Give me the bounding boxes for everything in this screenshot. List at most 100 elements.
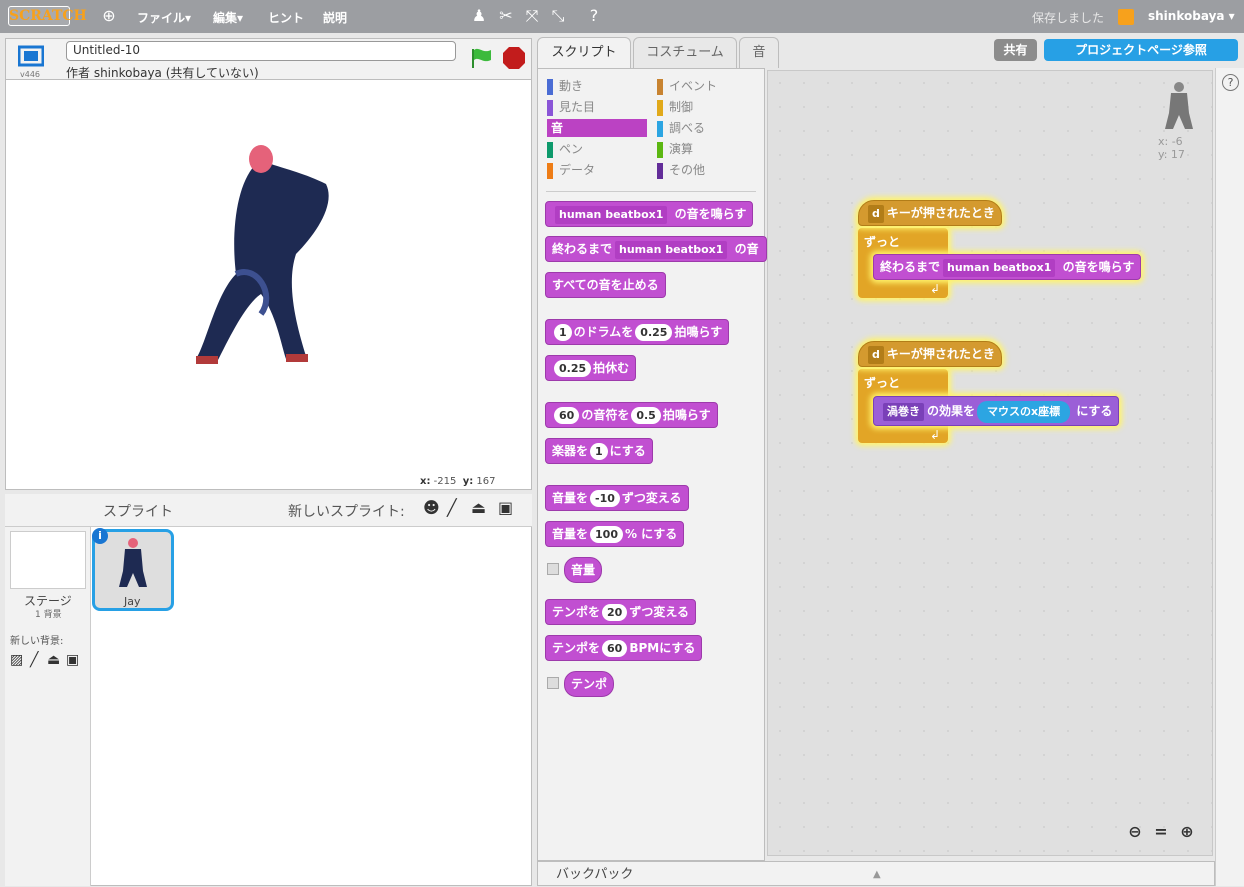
category-label: 調べる bbox=[669, 121, 706, 135]
volume-reporter[interactable]: 音量 bbox=[564, 557, 603, 583]
stop-all-sounds-block[interactable]: すべての音を止める bbox=[545, 272, 666, 298]
save-status: 保存しました bbox=[1032, 11, 1105, 25]
category-8[interactable]: データ bbox=[547, 161, 595, 179]
stop-icon[interactable] bbox=[502, 46, 526, 70]
duplicate-stamp-icon[interactable]: ♟ bbox=[470, 7, 488, 25]
mouse-x-reporter: マウスのx座標 bbox=[977, 400, 1071, 423]
category-label: ペン bbox=[559, 142, 584, 156]
chevron-up-icon[interactable]: ▲ bbox=[873, 862, 881, 887]
category-6[interactable]: ペン bbox=[547, 140, 583, 158]
category-label: 演算 bbox=[669, 142, 694, 156]
tempo-reporter[interactable]: テンポ bbox=[564, 671, 615, 697]
category-swatch bbox=[657, 120, 663, 137]
play-sound-block[interactable]: human beatbox1 の音を鳴らす bbox=[545, 201, 754, 227]
sprites-title: スプライト bbox=[103, 504, 173, 520]
version-label: v446 bbox=[20, 70, 41, 79]
project-title-input[interactable]: Untitled-10 bbox=[66, 41, 456, 61]
green-flag-icon[interactable] bbox=[469, 46, 493, 70]
set-instrument-block[interactable]: 楽器を 1 にする bbox=[545, 438, 653, 464]
see-project-page-button[interactable]: プロジェクトページ参照 bbox=[1044, 39, 1238, 61]
tab-sounds[interactable]: 音 bbox=[739, 37, 779, 68]
play-drum-block[interactable]: 1 のドラムを 0.25 拍鳴らす bbox=[545, 319, 730, 345]
play-until-done-block[interactable]: 終わるまで human beatbox1 の音 bbox=[545, 236, 767, 262]
category-swatch bbox=[657, 78, 663, 95]
globe-icon[interactable]: ⊕ bbox=[100, 7, 118, 25]
category-swatch bbox=[547, 78, 553, 95]
backpack-bar[interactable]: バックパック ▲ bbox=[537, 861, 1215, 886]
change-volume-block[interactable]: 音量を -10 ずつ変える bbox=[545, 485, 689, 511]
share-button[interactable]: 共有 bbox=[994, 39, 1037, 61]
presentation-mode-icon[interactable] bbox=[17, 45, 45, 67]
menu-about[interactable]: 説明 bbox=[323, 9, 347, 26]
change-tempo-block[interactable]: テンポを 20 ずつ変える bbox=[545, 599, 696, 625]
shrink-icon[interactable]: ⤡ bbox=[549, 7, 567, 25]
sprite-info-icon[interactable]: i bbox=[92, 528, 108, 544]
category-2[interactable]: 見た目 bbox=[547, 98, 595, 116]
category-1[interactable]: イベント bbox=[657, 77, 717, 95]
backdrop-paint-icon[interactable]: ╱ bbox=[30, 652, 38, 668]
category-label: 動き bbox=[559, 79, 584, 93]
category-label: データ bbox=[559, 163, 596, 177]
backdrop-camera-icon[interactable]: ▣ bbox=[66, 652, 79, 668]
category-0[interactable]: 動き bbox=[547, 77, 583, 95]
zoom-out-icon[interactable]: ⊖ bbox=[1125, 822, 1145, 842]
loop-arrow-icon-2: ↲ bbox=[930, 428, 941, 442]
category-3[interactable]: 制御 bbox=[657, 98, 693, 116]
volume-checkbox[interactable] bbox=[547, 563, 559, 575]
jay-thumbnail bbox=[119, 538, 147, 587]
category-label: イベント bbox=[669, 79, 718, 93]
menu-edit[interactable]: 編集▾ bbox=[213, 9, 243, 26]
backdrop-upload-icon[interactable]: ⏏ bbox=[47, 652, 60, 668]
tab-costumes[interactable]: コスチューム bbox=[633, 37, 737, 68]
zoom-reset-icon[interactable]: = bbox=[1151, 822, 1171, 842]
script-area[interactable]: x: -6 y: 17 bbox=[767, 70, 1213, 856]
backdrop-count: 1 背景 bbox=[35, 610, 62, 620]
sprite-jay-swirled[interactable] bbox=[176, 144, 346, 374]
category-swatch bbox=[657, 141, 663, 158]
rest-block[interactable]: 0.25 拍休む bbox=[545, 355, 637, 381]
sprite-y-readout: y: 17 bbox=[1158, 148, 1185, 161]
category-label: 制御 bbox=[669, 100, 694, 114]
play-note-block[interactable]: 60 の音符を 0.5 拍鳴らす bbox=[545, 402, 718, 428]
stage-thumbnail[interactable] bbox=[10, 531, 86, 589]
set-volume-block[interactable]: 音量を 100% にする bbox=[545, 521, 685, 547]
category-5[interactable]: 調べる bbox=[657, 119, 705, 137]
category-label: その他 bbox=[669, 163, 706, 177]
stage[interactable] bbox=[5, 38, 532, 490]
delete-scissors-icon[interactable]: ✂ bbox=[497, 7, 515, 25]
set-effect-block[interactable]: 渦巻き の効果を マウスのx座標 にする bbox=[873, 396, 1120, 426]
paint-brush-icon[interactable]: ╱ bbox=[447, 498, 457, 517]
project-byline: 作者 shinkobaya (共有していない) bbox=[66, 66, 259, 80]
upload-icon[interactable]: ⏏ bbox=[471, 498, 486, 517]
coords-x-label: x: bbox=[420, 476, 431, 487]
camera-icon[interactable]: ▣ bbox=[498, 498, 513, 517]
category-9[interactable]: その他 bbox=[657, 161, 705, 179]
set-tempo-block[interactable]: テンポを 60 BPMにする bbox=[545, 635, 703, 661]
backdrop-library-icon[interactable]: ▨ bbox=[10, 652, 23, 668]
help-rail: ? bbox=[1215, 68, 1244, 886]
coords-y: 167 bbox=[476, 476, 496, 487]
when-key-pressed-hat-2[interactable]: d キーが押されたとき bbox=[858, 341, 1002, 367]
category-4[interactable]: 音 bbox=[547, 119, 647, 137]
menu-tips[interactable]: ヒント bbox=[268, 9, 304, 26]
scratch-logo[interactable]: SCRATCH bbox=[8, 6, 87, 26]
play-until-done-script-block[interactable]: 終わるまで human beatbox1 の音を鳴らす bbox=[873, 254, 1142, 280]
loop-arrow-icon-1: ↲ bbox=[930, 282, 941, 296]
sprite-library-icon[interactable]: ☻ bbox=[423, 498, 440, 517]
category-7[interactable]: 演算 bbox=[657, 140, 693, 158]
grow-icon[interactable]: ⤧ bbox=[523, 7, 541, 25]
question-icon[interactable]: ? bbox=[1222, 74, 1239, 91]
sprite-x-readout: x: -6 bbox=[1158, 135, 1183, 148]
when-key-pressed-hat-1[interactable]: d キーが押されたとき bbox=[858, 200, 1002, 226]
coords-y-label: y: bbox=[462, 476, 474, 487]
tempo-checkbox[interactable] bbox=[547, 677, 559, 689]
tab-scripts[interactable]: スクリプト bbox=[537, 37, 631, 69]
category-divider bbox=[546, 191, 756, 192]
new-sprite-label: 新しいスプライト: bbox=[288, 504, 405, 520]
menu-file[interactable]: ファイル▾ bbox=[137, 9, 191, 26]
zoom-in-icon[interactable]: ⊕ bbox=[1177, 822, 1197, 842]
user-menu[interactable]: shinkobaya ▾ bbox=[1148, 9, 1235, 23]
help-icon[interactable]: ? bbox=[585, 7, 603, 25]
folder-icon[interactable] bbox=[1118, 9, 1134, 25]
backpack-label: バックパック bbox=[556, 867, 634, 882]
